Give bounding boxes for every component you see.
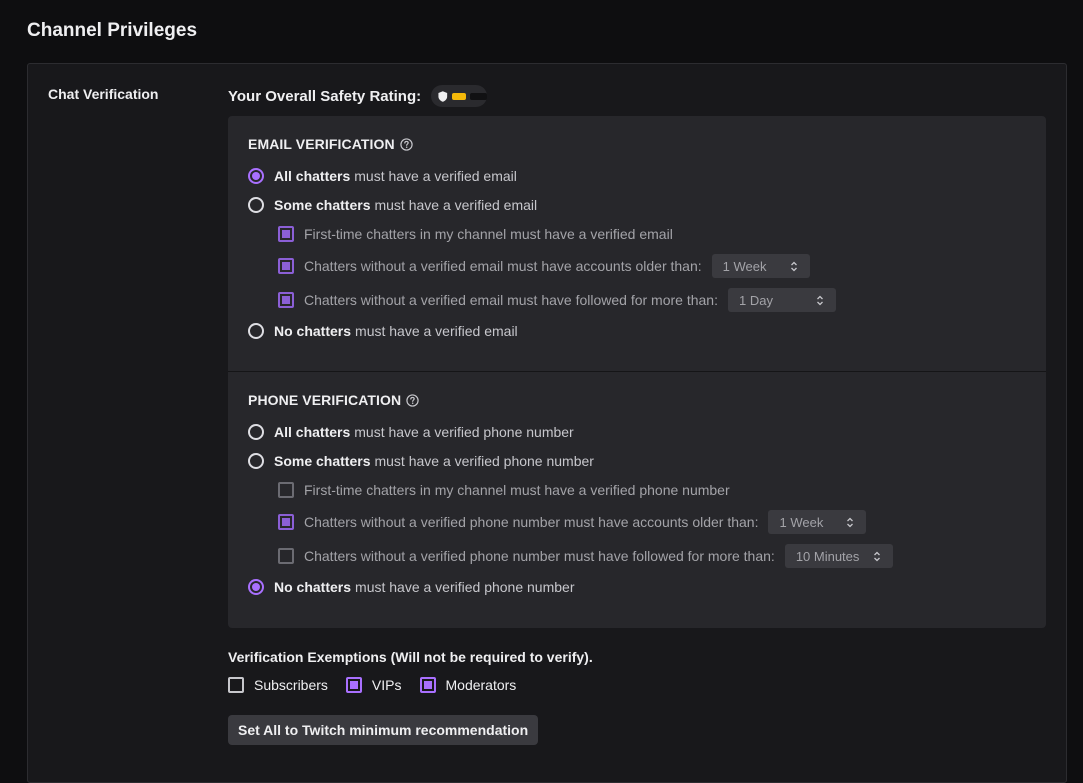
email-verification-heading: EMAIL VERIFICATION bbox=[248, 136, 395, 152]
email-none-label: No chatters bbox=[274, 323, 352, 339]
phone-verification-heading: PHONE VERIFICATION bbox=[248, 392, 402, 408]
chevron-updown-icon bbox=[817, 295, 823, 305]
email-follow-age-select[interactable]: 1 Day bbox=[727, 288, 836, 312]
safety-rating-track bbox=[469, 92, 488, 100]
exempt-subscribers[interactable]: Subscribers bbox=[228, 677, 328, 693]
email-follow-age-checkbox[interactable] bbox=[278, 292, 294, 308]
email-some-radio[interactable] bbox=[248, 197, 264, 213]
phone-account-age-select[interactable]: 1 Week bbox=[768, 510, 867, 534]
phone-all-description: must have a verified phone number bbox=[354, 424, 574, 440]
phone-all-label: All chatters bbox=[274, 424, 351, 440]
phone-follow-age-select[interactable]: 10 Minutes bbox=[784, 544, 893, 568]
exempt-vips-checkbox[interactable] bbox=[345, 677, 362, 693]
email-account-age-select[interactable]: 1 Week bbox=[711, 254, 810, 278]
exempt-vips[interactable]: VIPs bbox=[345, 677, 402, 693]
phone-account-age-option[interactable]: Chatters without a verified phone number… bbox=[278, 510, 867, 534]
phone-first-time-label: First-time chatters in my channel must h… bbox=[304, 482, 730, 498]
chat-verification-card: Chat Verification Your Overall Safety Ra… bbox=[27, 63, 1067, 783]
chevron-updown-icon bbox=[790, 261, 797, 271]
email-option-none[interactable]: No chatters must have a verified email bbox=[248, 323, 518, 339]
phone-follow-age-checkbox[interactable] bbox=[278, 548, 294, 564]
phone-account-age-label: Chatters without a verified phone number… bbox=[304, 514, 759, 530]
email-follow-age-label: Chatters without a verified email must h… bbox=[304, 292, 718, 308]
email-account-age-value: 1 Week bbox=[722, 258, 767, 274]
email-first-time-checkbox[interactable] bbox=[278, 226, 294, 242]
phone-some-label: Some chatters bbox=[274, 453, 371, 469]
section-label: Chat Verification bbox=[48, 86, 159, 102]
email-some-label: Some chatters bbox=[274, 197, 371, 213]
email-follow-age-value: 1 Day bbox=[738, 292, 773, 308]
shield-icon bbox=[438, 90, 448, 102]
phone-none-radio[interactable] bbox=[248, 579, 264, 595]
exempt-subscribers-label: Subscribers bbox=[254, 677, 328, 693]
phone-option-some[interactable]: Some chatters must have a verified phone… bbox=[248, 453, 594, 469]
phone-some-radio[interactable] bbox=[248, 453, 264, 469]
email-all-description: must have a verified email bbox=[354, 168, 517, 184]
exempt-subscribers-checkbox[interactable] bbox=[228, 677, 244, 693]
phone-option-all[interactable]: All chatters must have a verified phone … bbox=[248, 424, 574, 440]
phone-option-none[interactable]: No chatters must have a verified phone n… bbox=[248, 579, 575, 595]
email-all-label: All chatters bbox=[274, 168, 351, 184]
email-option-some[interactable]: Some chatters must have a verified email bbox=[248, 197, 537, 213]
email-account-age-checkbox[interactable] bbox=[278, 258, 294, 274]
exempt-moderators-checkbox[interactable] bbox=[419, 677, 436, 693]
email-account-age-label: Chatters without a verified email must h… bbox=[304, 258, 702, 274]
email-some-description: must have a verified email bbox=[374, 197, 538, 213]
exempt-moderators-label: Moderators bbox=[445, 677, 517, 693]
phone-none-label: No chatters bbox=[274, 579, 352, 595]
phone-follow-age-option[interactable]: Chatters without a verified phone number… bbox=[278, 544, 893, 568]
help-icon[interactable] bbox=[400, 137, 413, 151]
chevron-updown-icon bbox=[873, 551, 880, 561]
phone-follow-age-value: 10 Minutes bbox=[795, 548, 860, 564]
email-option-all[interactable]: All chatters must have a verified email bbox=[248, 168, 517, 184]
phone-verification-title: PHONE VERIFICATION bbox=[248, 392, 419, 408]
phone-none-description: must have a verified phone number bbox=[355, 579, 575, 595]
email-verification-title: EMAIL VERIFICATION bbox=[248, 136, 413, 152]
phone-some-description: must have a verified phone number bbox=[374, 453, 594, 469]
email-account-age-option[interactable]: Chatters without a verified email must h… bbox=[278, 254, 810, 278]
phone-account-age-checkbox[interactable] bbox=[278, 514, 294, 530]
exempt-moderators[interactable]: Moderators bbox=[419, 677, 517, 693]
exemptions-options: Subscribers VIPs Moderators bbox=[228, 677, 534, 693]
exemptions-title: Verification Exemptions (Will not be req… bbox=[228, 649, 593, 665]
safety-rating-fill bbox=[451, 92, 466, 100]
safety-rating-label: Your Overall Safety Rating: bbox=[228, 87, 422, 105]
exempt-vips-label: VIPs bbox=[371, 677, 402, 693]
phone-follow-age-label: Chatters without a verified phone number… bbox=[304, 548, 775, 564]
verification-panel: EMAIL VERIFICATION All chatters must hav… bbox=[228, 116, 1046, 628]
email-follow-age-option[interactable]: Chatters without a verified email must h… bbox=[278, 288, 836, 312]
help-icon[interactable] bbox=[406, 393, 419, 407]
phone-account-age-value: 1 Week bbox=[779, 514, 824, 530]
phone-all-radio[interactable] bbox=[248, 424, 264, 440]
set-minimum-recommendation-button[interactable]: Set All to Twitch minimum recommendation bbox=[228, 715, 539, 745]
page-title: Channel Privileges bbox=[27, 20, 198, 41]
chevron-updown-icon bbox=[847, 517, 854, 527]
phone-first-time-option[interactable]: First-time chatters in my channel must h… bbox=[278, 482, 730, 498]
email-first-time-option[interactable]: First-time chatters in my channel must h… bbox=[278, 226, 673, 242]
email-none-radio[interactable] bbox=[248, 323, 264, 339]
safety-rating: Your Overall Safety Rating: bbox=[228, 84, 488, 108]
phone-first-time-checkbox[interactable] bbox=[278, 482, 294, 498]
email-first-time-label: First-time chatters in my channel must h… bbox=[304, 226, 673, 242]
email-none-description: must have a verified email bbox=[355, 323, 518, 339]
section-divider bbox=[228, 371, 1046, 372]
safety-rating-meter bbox=[431, 85, 488, 107]
email-all-radio[interactable] bbox=[248, 168, 264, 184]
